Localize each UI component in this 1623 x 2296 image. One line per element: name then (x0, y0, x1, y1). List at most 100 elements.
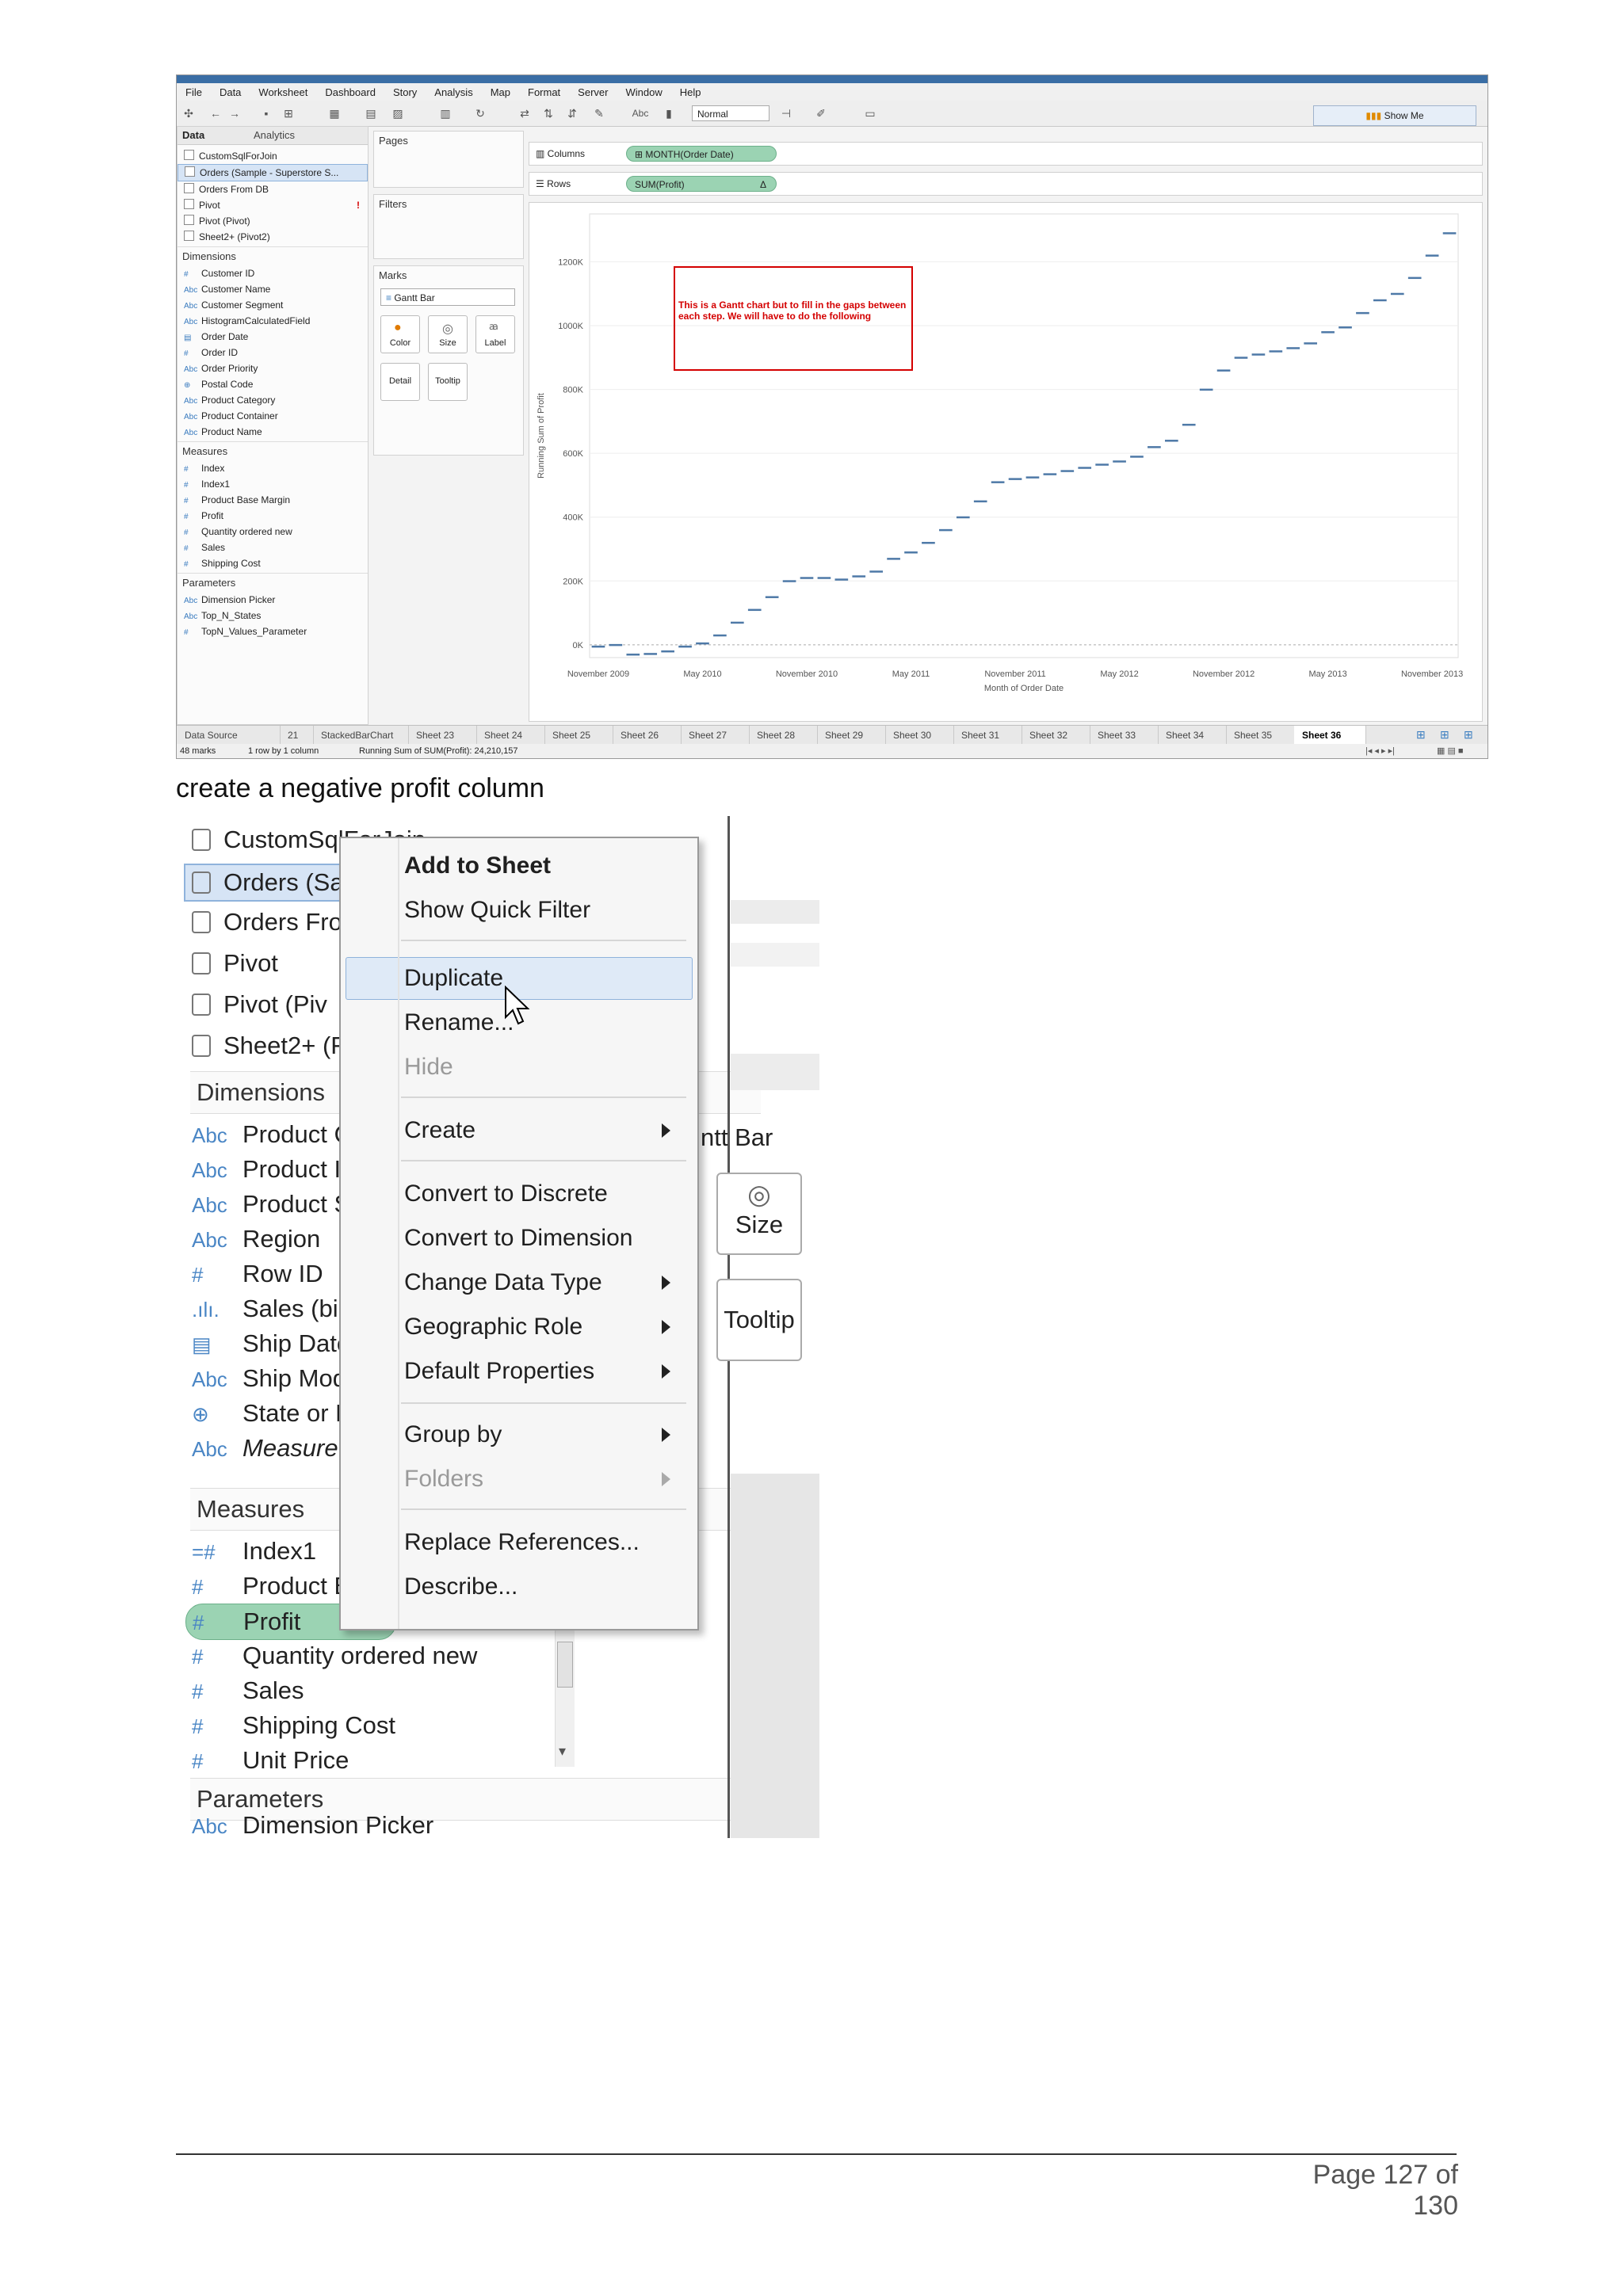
sheet-tab[interactable]: Sheet 25 (544, 726, 613, 745)
zoomed-field-item[interactable]: .ılı. Sales (bin (185, 1291, 352, 1326)
field-item[interactable]: Abc Customer Segment (178, 297, 368, 313)
menu-change-data-type[interactable]: Change Data Type (404, 1263, 602, 1302)
menu-default-properties[interactable]: Default Properties (404, 1352, 594, 1391)
zoomed-field-item[interactable]: # Quantity ordered new (185, 1638, 477, 1673)
highlight-icon[interactable]: ✎ (592, 106, 606, 120)
menu-item[interactable]: Window (617, 83, 670, 101)
mark-type-select[interactable]: ≡ Gantt Bar (380, 288, 515, 306)
fit-select[interactable]: Normal (692, 105, 769, 121)
menu-item[interactable]: Data (211, 83, 250, 101)
rows-pill[interactable]: SUM(Profit) Δ (626, 176, 777, 192)
sheet-tab[interactable]: StackedBarChart (313, 726, 409, 745)
sheet-tab[interactable]: Sheet 28 (749, 726, 818, 745)
zoomed-field-item[interactable]: # Product B (185, 1569, 350, 1604)
sort-asc-icon[interactable]: ⇅ (541, 106, 556, 120)
zoomed-field-item[interactable]: # Row ID (185, 1257, 323, 1291)
refresh-icon[interactable]: ↻ (473, 106, 487, 120)
field-item[interactable]: Abc Order Priority (178, 360, 368, 376)
zoomed-parameter-peek[interactable]: Abc Dimension Picker (192, 1808, 433, 1838)
filters-shelf[interactable]: Filters (373, 194, 524, 259)
columns-shelf[interactable]: ▥ Columns ⊞ MONTH(Order Date) (529, 142, 1483, 166)
measures-scrollbar[interactable]: ▾ (555, 1616, 575, 1767)
field-item[interactable]: Abc Customer Name (178, 281, 368, 297)
save-icon[interactable]: ▪ (259, 106, 273, 120)
menu-replace-references[interactable]: Replace References... (404, 1523, 640, 1562)
datasource-item[interactable]: Pivot (Pivot) (178, 213, 368, 229)
zoomed-field-item[interactable]: ▤ Ship Date (185, 1326, 350, 1361)
tableau-logo-icon[interactable]: ✣ (181, 106, 196, 120)
back-icon[interactable]: ← (208, 106, 223, 120)
sort-desc-icon[interactable]: ⇵ (565, 106, 579, 120)
menu-convert-discrete[interactable]: Convert to Discrete (404, 1174, 608, 1214)
duplicate-sheet-icon[interactable]: ▤ (364, 106, 378, 120)
zoomed-tooltip-button[interactable]: Tooltip (716, 1279, 802, 1361)
zoomed-field-item[interactable]: Abc Product S (185, 1187, 350, 1222)
presentation-icon[interactable]: ▭ (863, 106, 877, 120)
sheet-tab[interactable]: Sheet 32 (1022, 726, 1090, 745)
show-me-button[interactable]: ▮▮▮ Show Me (1313, 105, 1476, 126)
menu-add-to-sheet[interactable]: Add to Sheet (404, 846, 551, 886)
field-item[interactable]: # Shipping Cost (178, 555, 368, 571)
sheet-tab[interactable]: 21 (280, 726, 314, 745)
field-item[interactable]: # TopN_Values_Parameter (178, 624, 368, 639)
field-item[interactable]: ▤ Order Date (178, 329, 368, 345)
field-item[interactable]: # Profit (178, 508, 368, 524)
field-item[interactable]: # Quantity ordered new (178, 524, 368, 540)
color-button[interactable]: ● Color (380, 315, 420, 353)
sheet-tab[interactable]: Sheet 27 (681, 726, 750, 745)
menu-rename[interactable]: Rename... (404, 1003, 514, 1043)
zoomed-field-item[interactable]: =# Index1 (185, 1534, 316, 1569)
datasource-item[interactable]: Orders From DB (178, 181, 368, 197)
sheet-tab[interactable]: Sheet 30 (885, 726, 954, 745)
menu-item[interactable]: Help (671, 83, 710, 101)
zoomed-field-item[interactable]: # Shipping Cost (185, 1708, 395, 1743)
label-button[interactable]: ꜳ Label (475, 315, 515, 353)
field-item[interactable]: Abc Product Container (178, 408, 368, 424)
zoomed-field-item[interactable]: Abc Product C (185, 1117, 352, 1152)
clear-sheet-icon[interactable]: ▨ (391, 106, 405, 120)
chart-icon[interactable]: ▮ (662, 106, 676, 120)
pages-shelf[interactable]: Pages (373, 131, 524, 188)
zoomed-field-item[interactable]: # Sales (185, 1673, 304, 1708)
zoomed-datasource-item[interactable]: Pivot (192, 946, 278, 981)
menu-item[interactable]: Worksheet (250, 83, 316, 101)
page-nav-icon[interactable]: |◂ ◂ ▸ ▸| (1365, 744, 1395, 758)
new-sheet-icon[interactable]: ⊞ (1416, 728, 1426, 742)
sheet-tab[interactable]: Sheet 34 (1158, 726, 1227, 745)
zoomed-datasource-item[interactable]: Pivot (Piv (192, 987, 327, 1022)
new-worksheet-icon[interactable]: ▦ (327, 106, 342, 120)
new-dashboard-icon[interactable]: ⊞ (1440, 728, 1449, 742)
menu-convert-dimension[interactable]: Convert to Dimension (404, 1219, 632, 1258)
tab-data[interactable]: Data (182, 129, 204, 141)
datasource-item[interactable]: Pivot! (178, 197, 368, 213)
menu-geographic-role[interactable]: Geographic Role (404, 1307, 582, 1347)
field-item[interactable]: # Order ID (178, 345, 368, 360)
zoomed-field-item[interactable]: Abc Region (185, 1222, 320, 1257)
columns-pill[interactable]: ⊞ MONTH(Order Date) (626, 146, 777, 162)
menu-item[interactable]: Dashboard (316, 83, 384, 101)
menu-describe[interactable]: Describe... (404, 1567, 517, 1607)
field-item[interactable]: # Index1 (178, 476, 368, 492)
zoomed-datasource-item[interactable]: Sheet2+ (F (192, 1028, 346, 1063)
field-item[interactable]: Abc HistogramCalculatedField (178, 313, 368, 329)
scroll-thumb[interactable] (557, 1642, 573, 1688)
menu-item[interactable]: Server (569, 83, 617, 101)
field-item[interactable]: Abc Product Name (178, 424, 368, 440)
field-item[interactable]: # Product Base Margin (178, 492, 368, 508)
swap-icon[interactable]: ⇄ (517, 106, 532, 120)
field-item[interactable]: Abc Dimension Picker (178, 592, 368, 608)
sheet-tab[interactable]: Sheet 26 (613, 726, 682, 745)
menu-create[interactable]: Create (404, 1111, 689, 1150)
sheet-tab[interactable]: Data Source (177, 726, 281, 745)
sheet-tab[interactable]: Sheet 36 (1294, 726, 1366, 745)
data-icon[interactable]: ▥ (438, 106, 453, 120)
menu-item[interactable]: Analysis (426, 83, 481, 101)
new-story-icon[interactable]: ⊞ (1464, 728, 1473, 742)
pen-icon[interactable]: ✐ (814, 106, 828, 120)
sheet-tab[interactable]: Sheet 29 (817, 726, 886, 745)
zoomed-field-item[interactable]: # Unit Price (185, 1743, 349, 1778)
zoomed-datasource-item[interactable]: Orders Fro (192, 905, 342, 940)
zoomed-field-item[interactable]: Abc Ship Mod (185, 1361, 346, 1396)
pin-icon[interactable]: ⊣ (779, 106, 793, 120)
sheet-tab[interactable]: Sheet 24 (476, 726, 545, 745)
